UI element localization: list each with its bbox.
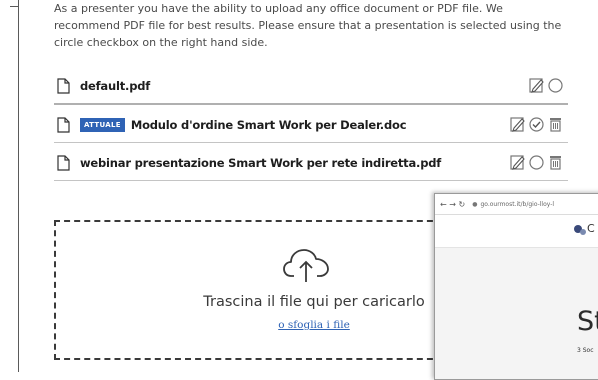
brand-logo-icon — [574, 225, 586, 235]
current-badge: ATTUALE — [80, 118, 125, 132]
upload-instructions: As a presenter you have the ability to u… — [54, 2, 562, 49]
document-icon — [57, 78, 70, 94]
file-row-current: ATTUALE Modulo d'ordine Smart Work per D… — [54, 108, 568, 143]
trash-icon[interactable] — [547, 116, 564, 133]
browser-url[interactable]: go.ourmost.it/b/gio-lloy-l — [480, 201, 554, 208]
document-icon — [57, 117, 70, 133]
overlay-subtext: 3 Soc — [577, 347, 594, 354]
file-actions — [509, 116, 564, 133]
file-actions — [509, 154, 564, 171]
select-circle-icon[interactable] — [547, 77, 564, 94]
cloud-upload-icon — [283, 249, 329, 282]
trash-icon[interactable] — [547, 154, 564, 171]
edit-icon[interactable] — [509, 116, 526, 133]
overlay-header: C — [435, 215, 598, 248]
file-name[interactable]: default.pdf — [80, 79, 150, 93]
select-circle-icon[interactable] — [528, 154, 545, 171]
document-icon — [57, 155, 70, 171]
brand-logo-text: C — [587, 222, 595, 235]
frame-border — [18, 0, 19, 372]
file-row-default: default.pdf — [54, 69, 568, 105]
lock-icon: ● — [472, 200, 478, 208]
file-row-webinar: webinar presentazione Smart Work per ret… — [54, 146, 568, 181]
overlay-browser-window: ← → ↻ ● go.ourmost.it/b/gio-lloy-l C St … — [434, 193, 598, 380]
edit-icon[interactable] — [528, 77, 545, 94]
browser-nav-icons[interactable]: ← → ↻ — [440, 200, 465, 209]
browser-address-bar: ← → ↻ ● go.ourmost.it/b/gio-lloy-l — [435, 194, 598, 215]
file-name[interactable]: Modulo d'ordine Smart Work per Dealer.do… — [131, 118, 407, 132]
selected-check-icon[interactable] — [528, 116, 545, 133]
file-actions — [528, 77, 564, 94]
overlay-heading: St — [577, 306, 598, 337]
edit-icon[interactable] — [509, 154, 526, 171]
file-name[interactable]: webinar presentazione Smart Work per ret… — [80, 156, 441, 170]
